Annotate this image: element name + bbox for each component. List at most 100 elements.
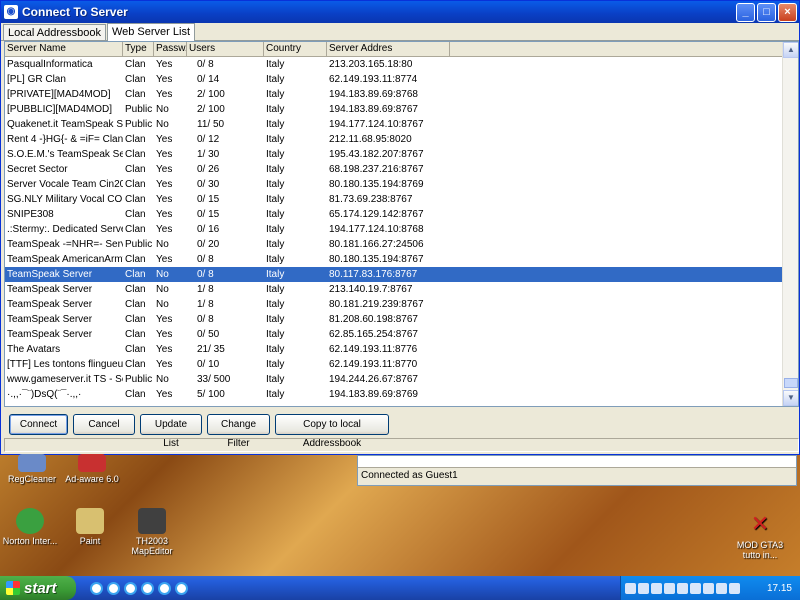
cell-country: Italy <box>266 254 285 265</box>
media-player-icon[interactable] <box>107 581 120 595</box>
cell-password: No <box>156 284 169 295</box>
cell-type: Clan <box>125 194 146 205</box>
tray-icon[interactable] <box>716 582 727 594</box>
cell-users: 0/ 10 <box>197 359 220 370</box>
update-list-button[interactable]: Update List <box>140 414 202 449</box>
close-button[interactable]: × <box>778 2 797 22</box>
tray-icon[interactable] <box>677 582 688 594</box>
table-row[interactable]: [PUBBLIC][MAD4MOD] Public No 2/ 100 Italy 194… <box>5 102 798 117</box>
connection-status: Connected as Guest1 <box>361 470 458 481</box>
table-row[interactable]: TeamSpeak -=NHR=- Server Public No 0/ 20 Ita… <box>5 237 798 252</box>
maximize-button[interactable]: □ <box>757 2 776 22</box>
table-row[interactable]: TeamSpeak Server Clan No 1/ 8 Italy 80.181.21… <box>5 297 798 312</box>
cancel-button[interactable]: Cancel <box>73 414 135 435</box>
col-country[interactable]: Country <box>264 42 327 56</box>
cell-server-address: 62.149.193.11:8774 <box>329 74 418 85</box>
cell-password: Yes <box>156 134 173 145</box>
media-icon[interactable] <box>175 581 188 595</box>
table-row[interactable]: The Avatars Clan Yes 21/ 35 Italy 62.149.193.… <box>5 342 798 357</box>
cell-password: Yes <box>156 164 173 175</box>
table-row[interactable]: S.O.E.M.'s TeamSpeak ServerClan Yes 1/ 30 I… <box>5 147 798 162</box>
cell-users: 1/ 8 <box>197 299 214 310</box>
desktop-icon-mapeditor[interactable]: TH2003 MapEditor <box>120 508 184 556</box>
col-server-name[interactable]: Server Name <box>5 42 123 56</box>
table-row[interactable]: www.gameserver.it TS - ServerPublicNo 33/… <box>5 372 798 387</box>
app-icon: ◉ <box>4 5 18 19</box>
cell-password: Yes <box>156 179 173 190</box>
table-row[interactable]: ·.,,·¯¨)DsQ(¨¯·.,,· Clan Yes 5/ 100 Italy 194… <box>5 387 798 402</box>
minimize-button[interactable]: _ <box>736 2 755 22</box>
scroll-down-icon[interactable]: ▼ <box>783 390 798 406</box>
desktop-icon-paint[interactable]: Paint <box>58 508 122 546</box>
internet-explorer-icon[interactable] <box>90 581 103 595</box>
tab-web-server-list[interactable]: Web Server List <box>106 23 196 41</box>
messenger-icon[interactable] <box>141 581 154 595</box>
cell-server-address: 194.177.124.10:8767 <box>329 119 424 130</box>
change-filter-button[interactable]: Change Filter <box>207 414 270 449</box>
tray-icon[interactable] <box>690 582 701 594</box>
tray-icon[interactable] <box>651 582 662 594</box>
connect-button[interactable]: Connect <box>9 414 68 435</box>
cell-users: 0/ 8 <box>197 269 214 280</box>
desktop-icon-mod-gta3[interactable]: ✕ MOD GTA3 tutto in... <box>728 512 792 561</box>
table-row[interactable]: SNIPE308 Clan Yes 0/ 15 Italy 65.174.129.142:… <box>5 207 798 222</box>
tray-icon[interactable] <box>729 582 740 594</box>
table-row[interactable]: Secret Sector Clan Yes 0/ 26 Italy 68.198.237… <box>5 162 798 177</box>
tray-icon[interactable] <box>638 582 649 594</box>
scroll-thumb[interactable] <box>784 378 798 388</box>
table-row[interactable]: TeamSpeak Server Clan No 0/ 8 Italy 80.117.83… <box>5 267 798 282</box>
table-row[interactable]: PasqualInformatica Clan Yes 0/ 8 Italy 213.20… <box>5 57 798 72</box>
cell-country: Italy <box>266 134 285 145</box>
tray-icon[interactable] <box>625 582 636 594</box>
table-row[interactable]: TeamSpeak Server Clan No 1/ 8 Italy 213.140.1… <box>5 282 798 297</box>
cell-type: Clan <box>125 74 146 85</box>
title-bar[interactable]: ◉ Connect To Server _ □ × <box>1 1 799 23</box>
table-row[interactable]: Server Vocale Team Cin2003Clan Yes 0/ 30 It… <box>5 177 798 192</box>
table-row[interactable]: [TTF] Les tontons flingueur Clan Yes 0/ 10 I… <box>5 357 798 372</box>
start-button[interactable]: start <box>0 576 76 600</box>
cell-server-address: 80.180.135.194:8767 <box>329 254 424 265</box>
desktop-icon-norton[interactable]: Norton Inter... <box>0 508 62 546</box>
cell-country: Italy <box>266 164 285 175</box>
copy-to-addressbook-button[interactable]: Copy to local Addressbook <box>275 414 389 449</box>
server-list[interactable]: Server Name Type Passw. Users Country Se… <box>4 41 799 407</box>
desktop-icon[interactable] <box>124 581 137 595</box>
table-row[interactable]: TeamSpeak AmericanArmy Clan Yes 0/ 8 Italy 80… <box>5 252 798 267</box>
col-users[interactable]: Users <box>187 42 264 56</box>
desktop-icon-regcleaner[interactable]: RegCleaner <box>0 454 64 484</box>
tray-icon[interactable] <box>664 582 675 594</box>
table-row[interactable]: Rent 4 -}HG{- & =iF= Clans Clan Yes 0/ 12 It… <box>5 132 798 147</box>
col-server-address[interactable]: Server Addres <box>327 42 450 56</box>
cell-country: Italy <box>266 194 285 205</box>
cell-users: 0/ 20 <box>197 239 220 250</box>
table-row[interactable]: SG.NLY Military Vocal COM Clan Yes 0/ 15 Ita… <box>5 192 798 207</box>
table-row[interactable]: [PRIVATE][MAD4MOD] Clan Yes 2/ 100 Italy 194.… <box>5 87 798 102</box>
cell-country: Italy <box>266 59 285 70</box>
table-row[interactable]: TeamSpeak Server Clan Yes 0/ 8 Italy 81.208.6… <box>5 312 798 327</box>
table-row[interactable]: TeamSpeak Server Clan Yes 0/ 50 Italy 62.85.1… <box>5 327 798 342</box>
cell-password: No <box>156 299 169 310</box>
cell-server-name: TeamSpeak Server <box>7 329 93 340</box>
cell-users: 0/ 8 <box>197 314 214 325</box>
cell-country: Italy <box>266 104 285 115</box>
cell-server-name: TeamSpeak -=NHR=- Server <box>7 239 123 250</box>
list-body: PasqualInformatica Clan Yes 0/ 8 Italy 213.20… <box>5 57 798 402</box>
cell-server-name: TeamSpeak Server <box>7 269 93 280</box>
browser-icon[interactable] <box>158 581 171 595</box>
tray-icon[interactable] <box>703 582 714 594</box>
scroll-up-icon[interactable]: ▲ <box>783 42 798 58</box>
cell-server-name: Secret Sector <box>7 164 68 175</box>
col-password[interactable]: Passw. <box>154 42 187 56</box>
cell-server-address: 195.43.182.207:8767 <box>329 149 424 160</box>
cell-country: Italy <box>266 179 285 190</box>
table-row[interactable]: .:Stermy:. Dedicated Server Clan Yes 0/ 16 I… <box>5 222 798 237</box>
table-row[interactable]: [PL] GR Clan Clan Yes 0/ 14 Italy 62.149.193.… <box>5 72 798 87</box>
cell-country: Italy <box>266 314 285 325</box>
cell-type: Clan <box>125 134 146 145</box>
tab-local-addressbook[interactable]: Local Addressbook <box>3 24 106 40</box>
cell-server-address: 81.73.69.238:8767 <box>329 194 413 205</box>
vertical-scrollbar[interactable]: ▲ ▼ <box>782 42 798 406</box>
desktop-icon-adaware[interactable]: Ad-aware 6.0 <box>60 454 124 484</box>
table-row[interactable]: Quakenet.it TeamSpeak ServePublicNo 11/ 5… <box>5 117 798 132</box>
col-type[interactable]: Type <box>123 42 154 56</box>
